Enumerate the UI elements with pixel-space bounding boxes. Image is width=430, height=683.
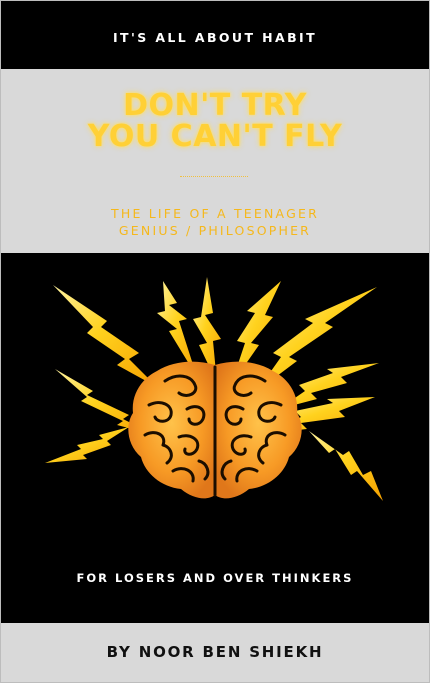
- bolt-bottom-right-icon: [309, 431, 383, 501]
- title-panel: DON'T TRY YOU CAN'T FLY THE LIFE OF A TE…: [1, 69, 429, 253]
- author-panel: BY NOOR BEN SHIEKH: [1, 623, 429, 682]
- title-divider: [180, 176, 248, 177]
- subtitle-line-2: GENIUS / PHILOSOPHER: [118, 223, 312, 238]
- bolt-left-lower-icon: [45, 427, 129, 463]
- illustration-panel: FOR LOSERS AND OVER THINKERS: [1, 253, 429, 623]
- book-cover: IT'S ALL ABOUT HABIT DON'T TRY YOU CAN'T…: [0, 0, 430, 683]
- brain-icon: [128, 361, 302, 499]
- bolt-top-left-icon: [53, 285, 157, 387]
- book-title-line-1: DON'T TRY: [123, 88, 307, 123]
- author-name: BY NOOR BEN SHIEKH: [106, 643, 324, 661]
- series-tagline: IT'S ALL ABOUT HABIT: [112, 30, 317, 45]
- book-title-line-2: YOU CAN'T FLY: [87, 119, 343, 154]
- top-banner: IT'S ALL ABOUT HABIT: [1, 1, 429, 69]
- brain-lightning-illustration: [45, 277, 383, 501]
- audience-tagline: FOR LOSERS AND OVER THINKERS: [76, 571, 354, 585]
- subtitle-line-1: THE LIFE OF A TEENAGER: [111, 206, 319, 221]
